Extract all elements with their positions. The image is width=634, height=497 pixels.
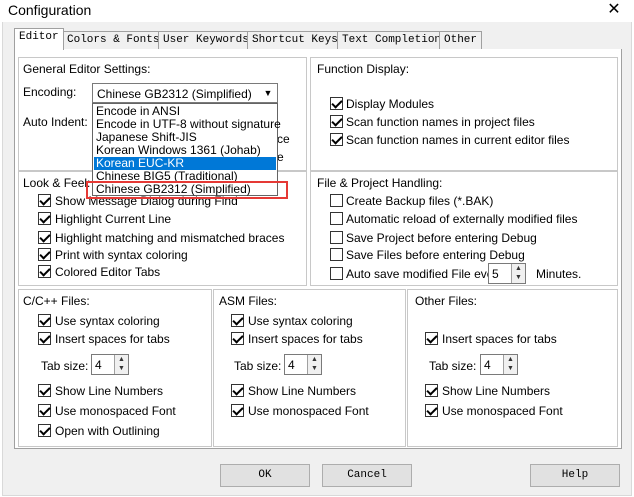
close-icon[interactable]: ✕ <box>603 0 625 20</box>
cpp-syntax-coloring-checkbox[interactable] <box>38 314 51 327</box>
other-show-line-numbers-label: Show Line Numbers <box>442 384 551 398</box>
spin-up-icon[interactable]: ▲ <box>115 355 128 364</box>
spin-up-icon[interactable]: ▲ <box>512 264 525 273</box>
encoding-select[interactable]: Chinese GB2312 (Simplified) ▼ <box>92 83 278 103</box>
asm-show-line-numbers-checkbox[interactable] <box>231 384 244 397</box>
asm-show-line-numbers-label: Show Line Numbers <box>248 384 357 398</box>
chevron-down-icon[interactable]: ▼ <box>261 86 275 100</box>
save-files-debug-label: Save Files before entering Debug <box>346 248 525 262</box>
other-tab-size-value: 4 <box>484 358 491 372</box>
other-files-title: Other Files: <box>415 294 478 308</box>
tab-other[interactable]: Other <box>439 31 483 49</box>
print-syntax-coloring-checkbox[interactable] <box>38 248 51 261</box>
cpp-insert-spaces-checkbox[interactable] <box>38 332 51 345</box>
colored-editor-tabs-label: Colored Editor Tabs <box>55 265 161 279</box>
tab-user-keywords[interactable]: User Keywords <box>158 31 254 49</box>
cpp-tab-size-label: Tab size: <box>41 359 89 373</box>
tab-editor[interactable]: Editor <box>14 28 64 50</box>
cpp-show-line-numbers-label: Show Line Numbers <box>55 384 164 398</box>
auto-reload-checkbox[interactable] <box>330 212 343 225</box>
highlight-current-line-label: Highlight Current Line <box>55 212 172 226</box>
function-display-title: Function Display: <box>317 62 410 76</box>
cpp-monospaced-checkbox[interactable] <box>38 404 51 417</box>
cpp-syntax-coloring-label: Use syntax coloring <box>55 314 160 328</box>
help-button[interactable]: Help <box>530 464 620 487</box>
cpp-monospaced-label: Use monospaced Font <box>55 404 176 418</box>
highlight-current-line-checkbox[interactable] <box>38 212 51 225</box>
cpp-outlining-checkbox[interactable] <box>38 424 51 437</box>
scan-editor-files-label: Scan function names in current editor fi… <box>346 133 570 147</box>
save-project-debug-checkbox[interactable] <box>330 231 343 244</box>
other-show-line-numbers-checkbox[interactable] <box>425 384 438 397</box>
spin-down-icon[interactable]: ▼ <box>512 273 525 282</box>
highlight-braces-checkbox[interactable] <box>38 231 51 244</box>
cpp-tab-size-stepper[interactable]: 4 ▲ ▼ <box>91 354 129 375</box>
asm-syntax-coloring-label: Use syntax coloring <box>248 314 353 328</box>
auto-save-checkbox[interactable] <box>330 267 343 280</box>
tab-text-completion[interactable]: Text Completion <box>337 31 447 49</box>
spin-up-icon[interactable]: ▲ <box>504 355 517 364</box>
cpp-outlining-label: Open with Outlining <box>55 424 160 438</box>
asm-monospaced-label: Use monospaced Font <box>248 404 369 418</box>
scan-project-files-checkbox[interactable] <box>330 115 343 128</box>
create-backup-checkbox[interactable] <box>330 194 343 207</box>
partial-text-2: e <box>277 150 284 164</box>
ok-button[interactable]: OK <box>220 464 310 487</box>
other-monospaced-checkbox[interactable] <box>425 404 438 417</box>
auto-save-label: Auto save modified File every <box>346 267 504 281</box>
asm-insert-spaces-checkbox[interactable] <box>231 332 244 345</box>
display-modules-label: Display Modules <box>346 97 435 111</box>
encoding-value: Chinese GB2312 (Simplified) <box>97 87 252 101</box>
general-settings-title: General Editor Settings: <box>23 62 151 76</box>
asm-files-title: ASM Files: <box>219 294 278 308</box>
look-feel-title: Look & Feel: <box>23 176 91 190</box>
tab-colors-fonts[interactable]: Colors & Fonts <box>62 31 165 49</box>
cpp-tab-size-value: 4 <box>95 358 102 372</box>
highlight-braces-label: Highlight matching and mismatched braces <box>55 231 285 245</box>
auto-indent-label: Auto Indent: <box>23 115 88 129</box>
asm-monospaced-checkbox[interactable] <box>231 404 244 417</box>
cpp-files-title: C/C++ Files: <box>23 294 90 308</box>
auto-save-minutes-value: 5 <box>492 267 499 281</box>
other-insert-spaces-label: Insert spaces for tabs <box>442 332 557 346</box>
other-insert-spaces-checkbox[interactable] <box>425 332 438 345</box>
annotation-highlight-box <box>86 181 288 199</box>
other-tab-size-stepper[interactable]: 4 ▲ ▼ <box>480 354 518 375</box>
asm-tab-size-stepper[interactable]: 4 ▲ ▼ <box>284 354 322 375</box>
cancel-button[interactable]: Cancel <box>322 464 412 487</box>
cpp-show-line-numbers-checkbox[interactable] <box>38 384 51 397</box>
asm-tab-size-value: 4 <box>288 358 295 372</box>
window-title: Configuration <box>8 2 92 18</box>
scan-editor-files-checkbox[interactable] <box>330 133 343 146</box>
file-project-title: File & Project Handling: <box>317 176 443 190</box>
auto-save-minutes-stepper[interactable]: 5 ▲ ▼ <box>488 263 526 284</box>
auto-save-unit-label: Minutes. <box>536 267 582 281</box>
partial-text-1: ce <box>277 132 290 146</box>
display-modules-checkbox[interactable] <box>330 97 343 110</box>
scan-project-files-label: Scan function names in project files <box>346 115 535 129</box>
colored-editor-tabs-checkbox[interactable] <box>38 265 51 278</box>
tab-shortcut-keys[interactable]: Shortcut Keys <box>247 31 343 49</box>
spin-up-icon[interactable]: ▲ <box>308 355 321 364</box>
print-syntax-coloring-label: Print with syntax coloring <box>55 248 188 262</box>
save-project-debug-label: Save Project before entering Debug <box>346 231 537 245</box>
spin-down-icon[interactable]: ▼ <box>308 364 321 373</box>
asm-tab-size-label: Tab size: <box>234 359 282 373</box>
spin-down-icon[interactable]: ▼ <box>504 364 517 373</box>
save-files-debug-checkbox[interactable] <box>330 248 343 261</box>
auto-reload-label: Automatic reload of externally modified … <box>346 212 578 226</box>
other-monospaced-label: Use monospaced Font <box>442 404 563 418</box>
asm-syntax-coloring-checkbox[interactable] <box>231 314 244 327</box>
encoding-label: Encoding: <box>23 85 77 99</box>
show-message-dialog-checkbox[interactable] <box>38 194 51 207</box>
asm-insert-spaces-label: Insert spaces for tabs <box>248 332 363 346</box>
title-bar: Configuration ✕ <box>0 0 634 22</box>
spin-down-icon[interactable]: ▼ <box>115 364 128 373</box>
create-backup-label: Create Backup files (*.BAK) <box>346 194 494 208</box>
other-tab-size-label: Tab size: <box>429 359 477 373</box>
cpp-insert-spaces-label: Insert spaces for tabs <box>55 332 170 346</box>
